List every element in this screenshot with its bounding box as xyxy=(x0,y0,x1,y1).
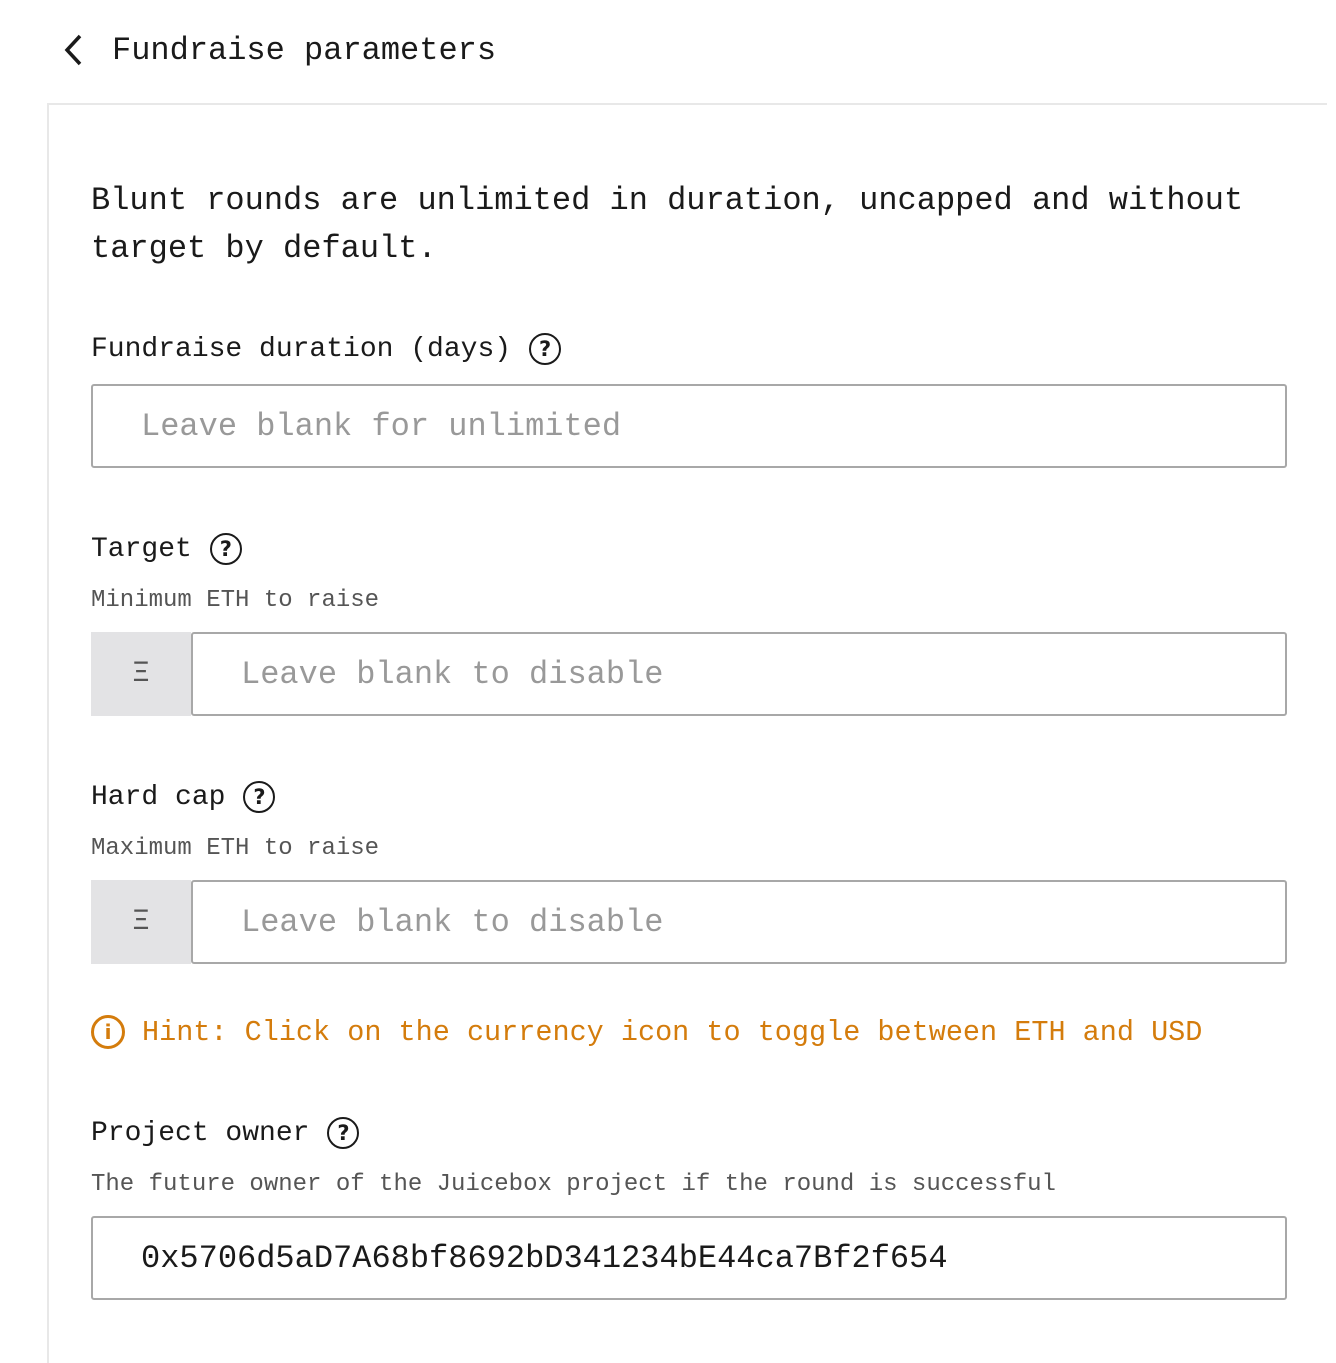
currency-toggle-eth-icon[interactable]: Ξ xyxy=(91,632,191,716)
project-owner-input[interactable]: 0x5706d5aD7A68bf8692bD341234bE44ca7Bf2f6… xyxy=(91,1216,1287,1300)
back-button[interactable] xyxy=(58,30,88,70)
help-icon[interactable]: ? xyxy=(327,1117,360,1149)
target-label: Target ? xyxy=(91,533,242,565)
page-title: Fundraise parameters xyxy=(112,31,497,69)
hint-text: Hint: Click on the currency icon to togg… xyxy=(142,1015,1203,1049)
target-input[interactable]: Leave blank to disable xyxy=(191,632,1287,716)
hard-cap-label-text: Hard cap xyxy=(91,781,226,813)
help-icon[interactable]: ? xyxy=(209,533,242,565)
target-input-group: Ξ Leave blank to disable xyxy=(91,632,1287,716)
page-header: Fundraise parameters xyxy=(58,30,496,70)
duration-label: Fundraise duration (days) ? xyxy=(91,333,562,365)
project-owner-label-text: Project owner xyxy=(91,1117,310,1149)
target-label-text: Target xyxy=(91,533,192,565)
hard-cap-input[interactable]: Leave blank to disable xyxy=(191,880,1287,964)
project-owner-label: Project owner ? xyxy=(91,1117,360,1149)
help-icon[interactable]: ? xyxy=(243,781,276,813)
hard-cap-label: Hard cap ? xyxy=(91,781,276,813)
info-icon: i xyxy=(91,1015,125,1049)
chevron-left-icon xyxy=(64,34,82,66)
duration-input[interactable]: Leave blank for unlimited xyxy=(91,384,1287,468)
project-owner-description: The future owner of the Juicebox project… xyxy=(91,1171,1056,1198)
currency-hint: i Hint: Click on the currency icon to to… xyxy=(91,1015,1202,1049)
target-description: Minimum ETH to raise xyxy=(91,587,380,614)
currency-toggle-eth-icon[interactable]: Ξ xyxy=(91,880,191,964)
help-icon[interactable]: ? xyxy=(529,333,562,365)
hard-cap-description: Maximum ETH to raise xyxy=(91,835,380,862)
fundraise-form: Blunt rounds are unlimited in duration, … xyxy=(47,103,1327,1363)
hard-cap-input-group: Ξ Leave blank to disable xyxy=(91,880,1287,964)
intro-text: Blunt rounds are unlimited in duration, … xyxy=(91,182,1244,267)
duration-label-text: Fundraise duration (days) xyxy=(91,333,512,365)
